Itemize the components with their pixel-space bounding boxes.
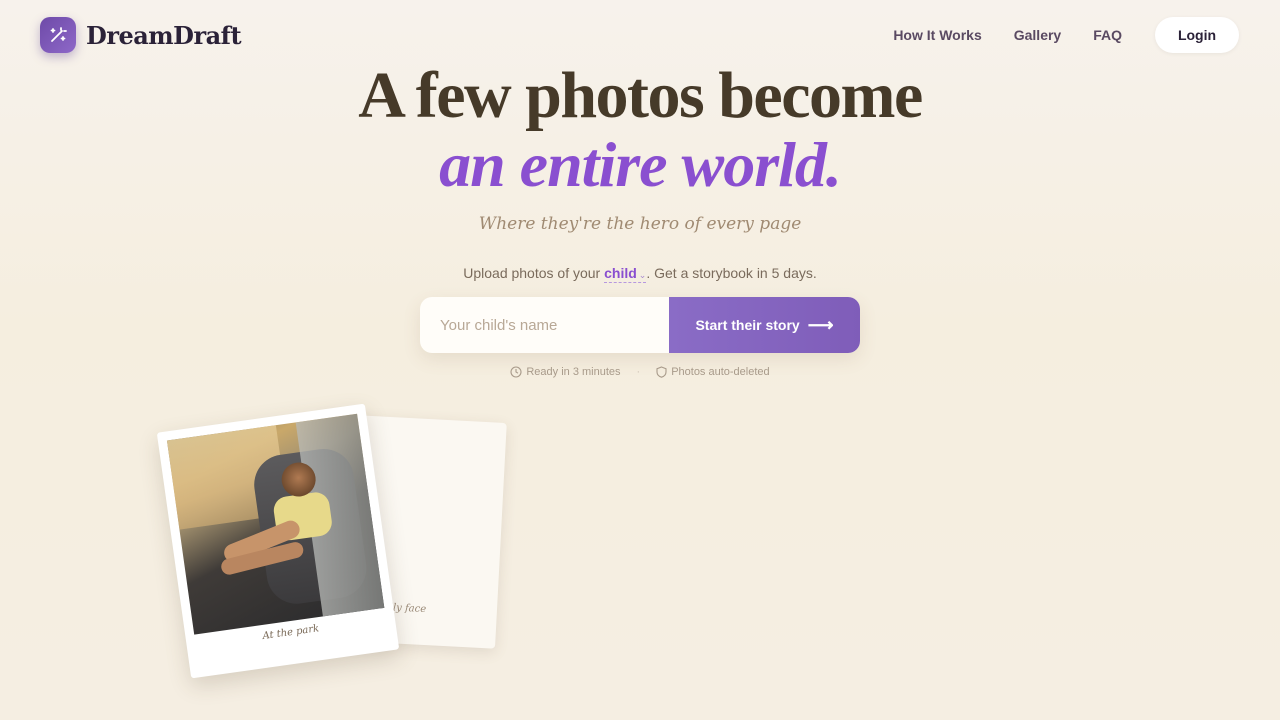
ready-indicator: Ready in 3 minutes <box>510 366 621 378</box>
main-nav: How It Works Gallery FAQ Login <box>893 17 1239 53</box>
clock-icon <box>510 366 522 378</box>
privacy-indicator: Photos auto-deleted <box>656 366 770 378</box>
hero-subtitle: Where they're the hero of every page <box>478 214 802 234</box>
nav-link-how-it-works[interactable]: How It Works <box>893 27 981 43</box>
ready-text: Ready in 3 minutes <box>526 366 621 378</box>
start-story-label: Start their story <box>695 317 800 333</box>
upload-prefix: Upload photos of your <box>463 265 601 281</box>
brand-name: DreamDraft <box>86 20 242 50</box>
child-name-input[interactable] <box>420 297 669 353</box>
hero-headline: A few photos become <box>358 59 923 132</box>
trust-indicators: Ready in 3 minutes · Photos auto-deleted <box>0 366 1280 378</box>
shield-icon <box>656 366 667 378</box>
upload-instructions: Upload photos of your child ⌄. Get a stor… <box>0 265 1280 283</box>
privacy-text: Photos auto-deleted <box>671 366 770 378</box>
child-photo <box>166 413 385 635</box>
start-story-button[interactable]: Start their story ⟶ <box>669 297 860 353</box>
nav-link-faq[interactable]: FAQ <box>1093 27 1122 43</box>
meta-separator: · <box>636 366 641 378</box>
photo-card-at-the-park: At the park <box>156 403 400 679</box>
upload-suffix: . Get a storybook in 5 days. <box>646 265 817 281</box>
nav-link-gallery[interactable]: Gallery <box>1014 27 1061 43</box>
recipient-select-value: child <box>604 265 637 281</box>
recipient-select[interactable]: child ⌄ <box>604 265 647 283</box>
arrow-right-icon: ⟶ <box>807 314 834 335</box>
start-story-form: Start their story ⟶ <box>420 297 860 353</box>
hero-headline-accent: an entire world. <box>439 129 842 200</box>
login-button[interactable]: Login <box>1155 17 1239 53</box>
brand-logo[interactable]: DreamDraft <box>40 17 242 53</box>
magic-wand-icon <box>40 17 76 53</box>
